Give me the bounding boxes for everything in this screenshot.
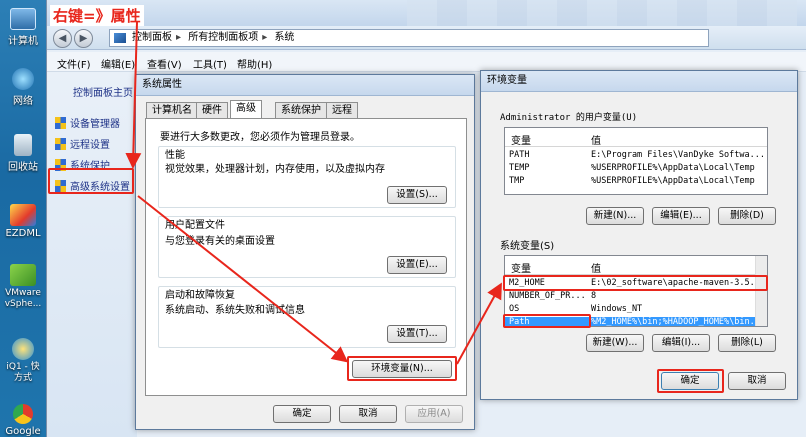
annotation-arrow bbox=[456, 282, 502, 365]
annotation-arrows bbox=[125, 21, 502, 365]
annotation-arrow bbox=[125, 21, 142, 169]
annotation-arrow bbox=[137, 195, 349, 363]
